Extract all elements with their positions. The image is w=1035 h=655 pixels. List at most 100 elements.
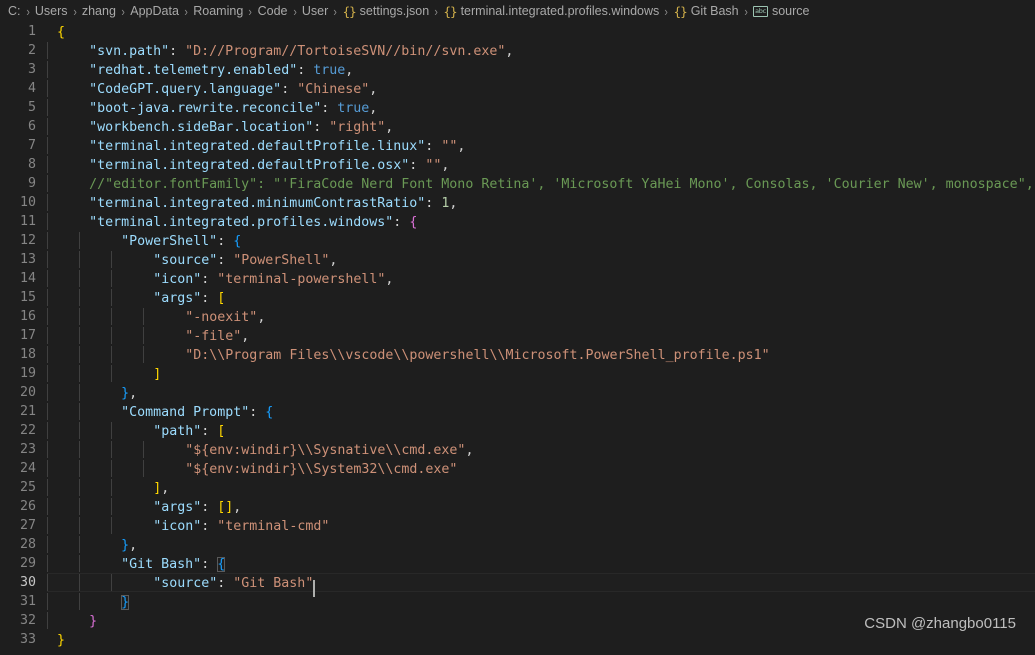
- breadcrumb-item-settings-json[interactable]: {} settings.json: [341, 4, 432, 19]
- code-line-text[interactable]: //"editor.fontFamily": "'FiraCode Nerd F…: [47, 174, 1035, 193]
- breadcrumb-item-source[interactable]: abc source: [751, 4, 812, 18]
- code-line-text[interactable]: },: [47, 535, 1035, 554]
- code-line[interactable]: 30 "source": "Git Bash": [0, 573, 1035, 597]
- code-line-text[interactable]: "source": "PowerShell",: [47, 250, 1035, 269]
- code-line[interactable]: 1{: [0, 22, 1035, 41]
- code-line-text[interactable]: "args": [],: [47, 497, 1035, 516]
- code-line[interactable]: 18 "D:\\Program Files\\vscode\\powershel…: [0, 345, 1035, 364]
- braces-icon: {}: [673, 3, 688, 19]
- breadcrumb-item-appdata[interactable]: AppData: [128, 4, 181, 18]
- code-lines-container[interactable]: 1{2 "svn.path": "D://Program//TortoiseSV…: [0, 22, 1035, 649]
- code-line[interactable]: 26 "args": [],: [0, 497, 1035, 516]
- code-line[interactable]: 15 "args": [: [0, 288, 1035, 307]
- code-line[interactable]: 24 "${env:windir}\\System32\\cmd.exe": [0, 459, 1035, 478]
- code-line-text[interactable]: "D:\\Program Files\\vscode\\powershell\\…: [47, 345, 1035, 364]
- code-line-text[interactable]: "args": [: [47, 288, 1035, 307]
- code-line[interactable]: 21 "Command Prompt": {: [0, 402, 1035, 421]
- code-bracket-open: [: [217, 291, 226, 306]
- code-line[interactable]: 14 "icon": "terminal-powershell",: [0, 269, 1035, 288]
- code-line-text[interactable]: ]: [47, 364, 1035, 383]
- code-line-text[interactable]: {: [47, 22, 1035, 41]
- code-line-text[interactable]: "Git Bash": {: [47, 554, 1035, 573]
- code-line[interactable]: 4 "CodeGPT.query.language": "Chinese",: [0, 79, 1035, 98]
- indent-guide: [47, 574, 48, 591]
- breadcrumb-item-roaming[interactable]: Roaming: [191, 4, 245, 18]
- code-line[interactable]: 28 },: [0, 535, 1035, 554]
- line-number: 4: [27, 81, 36, 96]
- code-line-text[interactable]: "PowerShell": {: [47, 231, 1035, 250]
- code-line-text[interactable]: "svn.path": "D://Program//TortoiseSVN//b…: [47, 41, 1035, 60]
- code-line-text[interactable]: "CodeGPT.query.language": "Chinese",: [47, 79, 1035, 98]
- code-line[interactable]: 8 "terminal.integrated.defaultProfile.os…: [0, 155, 1035, 174]
- code-string: "-noexit": [185, 310, 258, 325]
- code-line[interactable]: 17 "-file",: [0, 326, 1035, 345]
- breadcrumb-item-zhang[interactable]: zhang: [80, 4, 118, 18]
- code-line-text[interactable]: "redhat.telemetry.enabled": true,: [47, 60, 1035, 79]
- code-line[interactable]: 20 },: [0, 383, 1035, 402]
- code-line-text[interactable]: ],: [47, 478, 1035, 497]
- line-number: 21: [19, 404, 36, 419]
- line-number: 10: [19, 195, 36, 210]
- code-line-text[interactable]: "-file",: [47, 326, 1035, 345]
- code-line[interactable]: 29 "Git Bash": {: [0, 554, 1035, 573]
- code-line[interactable]: 22 "path": [: [0, 421, 1035, 440]
- code-line-text[interactable]: "${env:windir}\\Sysnative\\cmd.exe",: [47, 440, 1035, 459]
- code-line-text[interactable]: "source": "Git Bash": [47, 573, 1035, 597]
- code-line-text[interactable]: "${env:windir}\\System32\\cmd.exe": [47, 459, 1035, 478]
- line-number: 5: [27, 100, 36, 115]
- code-string: "D:\\Program Files\\vscode\\powershell\\…: [185, 348, 770, 363]
- line-number: 8: [27, 157, 36, 172]
- code-line[interactable]: 25 ],: [0, 478, 1035, 497]
- code-editor[interactable]: 1{2 "svn.path": "D://Program//TortoiseSV…: [0, 22, 1035, 655]
- code-line-text[interactable]: "terminal.integrated.defaultProfile.osx"…: [47, 155, 1035, 174]
- code-bracket-close: }: [89, 614, 98, 629]
- code-line[interactable]: 7 "terminal.integrated.defaultProfile.li…: [0, 136, 1035, 155]
- code-line[interactable]: 6 "workbench.sideBar.location": "right",: [0, 117, 1035, 136]
- code-line[interactable]: 33}: [0, 630, 1035, 649]
- code-line-text[interactable]: }: [47, 592, 1035, 611]
- code-boolean: true: [337, 101, 370, 116]
- indent-guide: [47, 289, 48, 306]
- code-line[interactable]: 11 "terminal.integrated.profiles.windows…: [0, 212, 1035, 231]
- code-line[interactable]: 12 "PowerShell": {: [0, 231, 1035, 250]
- code-line[interactable]: 13 "source": "PowerShell",: [0, 250, 1035, 269]
- code-line-text[interactable]: "terminal.integrated.defaultProfile.linu…: [47, 136, 1035, 155]
- code-line-text[interactable]: "path": [: [47, 421, 1035, 440]
- code-line[interactable]: 16 "-noexit",: [0, 307, 1035, 326]
- line-number: 17: [19, 328, 36, 343]
- breadcrumb[interactable]: C: › Users › zhang › AppData › Roaming › Code › User…: [0, 0, 1035, 22]
- indent-guide: [47, 232, 48, 249]
- code-line-text[interactable]: "terminal.integrated.minimumContrastRati…: [47, 193, 1035, 212]
- code-line[interactable]: 23 "${env:windir}\\Sysnative\\cmd.exe",: [0, 440, 1035, 459]
- breadcrumb-item-user[interactable]: User: [300, 4, 330, 18]
- code-line-text[interactable]: "icon": "terminal-cmd": [47, 516, 1035, 535]
- breadcrumb-item-code[interactable]: Code: [256, 4, 290, 18]
- indent-guide: [47, 270, 48, 287]
- breadcrumb-separator-icon: ›: [744, 3, 748, 19]
- breadcrumb-item-users[interactable]: Users: [33, 4, 70, 18]
- code-line-text[interactable]: },: [47, 383, 1035, 402]
- code-line[interactable]: 19 ]: [0, 364, 1035, 383]
- code-line-text[interactable]: "-noexit",: [47, 307, 1035, 326]
- line-number: 26: [19, 499, 36, 514]
- code-line-text[interactable]: "Command Prompt": {: [47, 402, 1035, 421]
- code-line[interactable]: 31 }: [0, 592, 1035, 611]
- code-line-text[interactable]: "icon": "terminal-powershell",: [47, 269, 1035, 288]
- breadcrumb-separator-icon: ›: [184, 3, 188, 19]
- code-line[interactable]: 3 "redhat.telemetry.enabled": true,: [0, 60, 1035, 79]
- code-line[interactable]: 2 "svn.path": "D://Program//TortoiseSVN/…: [0, 41, 1035, 60]
- code-line-text[interactable]: "workbench.sideBar.location": "right",: [47, 117, 1035, 136]
- code-line[interactable]: 27 "icon": "terminal-cmd": [0, 516, 1035, 535]
- breadcrumb-item-terminal-integrated-profiles-windows[interactable]: {} terminal.integrated.profiles.windows: [442, 4, 662, 19]
- code-line-text[interactable]: }: [47, 630, 1035, 649]
- indent-guide: [47, 175, 48, 192]
- code-line-text[interactable]: "boot-java.rewrite.reconcile": true,: [47, 98, 1035, 117]
- code-string: "D://Program//TortoiseSVN//bin//svn.exe": [185, 44, 506, 59]
- code-line-text[interactable]: "terminal.integrated.profiles.windows": …: [47, 212, 1035, 231]
- code-line[interactable]: 5 "boot-java.rewrite.reconcile": true,: [0, 98, 1035, 117]
- code-line[interactable]: 10 "terminal.integrated.minimumContrastR…: [0, 193, 1035, 212]
- breadcrumb-item-c[interactable]: C:: [6, 4, 23, 18]
- breadcrumb-item-git-bash[interactable]: {} Git Bash: [672, 4, 741, 19]
- code-key: "icon": [153, 272, 202, 287]
- code-line[interactable]: 9 //"editor.fontFamily": "'FiraCode Nerd…: [0, 174, 1035, 193]
